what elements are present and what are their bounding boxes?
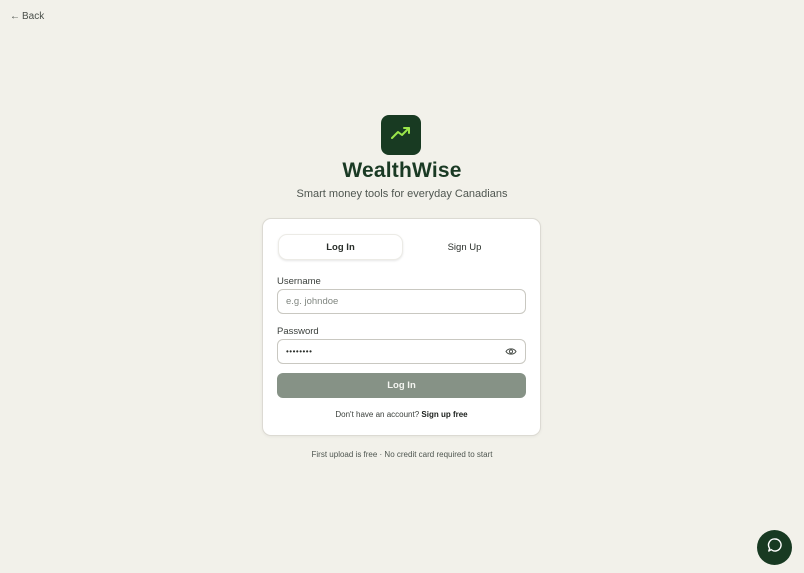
footnote: First upload is free · No credit card re… (311, 450, 493, 459)
chat-bubble-icon (767, 537, 783, 558)
chat-button[interactable] (757, 530, 792, 565)
brand-title: WealthWise (342, 159, 462, 182)
log-in-button[interactable]: Log In (277, 373, 526, 398)
back-arrow-icon: ← (10, 11, 20, 22)
logo (381, 115, 421, 155)
username-field[interactable]: e.g. johndoe (277, 289, 526, 314)
back-label: Back (22, 11, 45, 22)
password-label: Password (277, 326, 319, 337)
username-label: Username (277, 276, 321, 287)
auth-card: Log In Sign Up Username e.g. johndoe Pas… (262, 218, 541, 436)
auth-tabs: Log In Sign Up (278, 234, 526, 260)
eye-icon[interactable] (505, 346, 517, 358)
password-field[interactable]: •••••••• (277, 339, 526, 364)
signup-prompt: Don't have an account? (335, 410, 420, 419)
username-placeholder: e.g. johndoe (286, 296, 339, 307)
signup-row: Don't have an account? Sign up free (263, 410, 540, 419)
brand-tagline: Smart money tools for everyday Canadians (296, 188, 508, 200)
tab-sign-up[interactable]: Sign Up (403, 234, 526, 260)
back-link[interactable]: ← Back (10, 11, 44, 22)
trending-up-icon (391, 126, 411, 145)
password-value: •••••••• (286, 347, 313, 356)
signup-link[interactable]: Sign up free (421, 410, 467, 419)
tab-log-in[interactable]: Log In (278, 234, 403, 260)
